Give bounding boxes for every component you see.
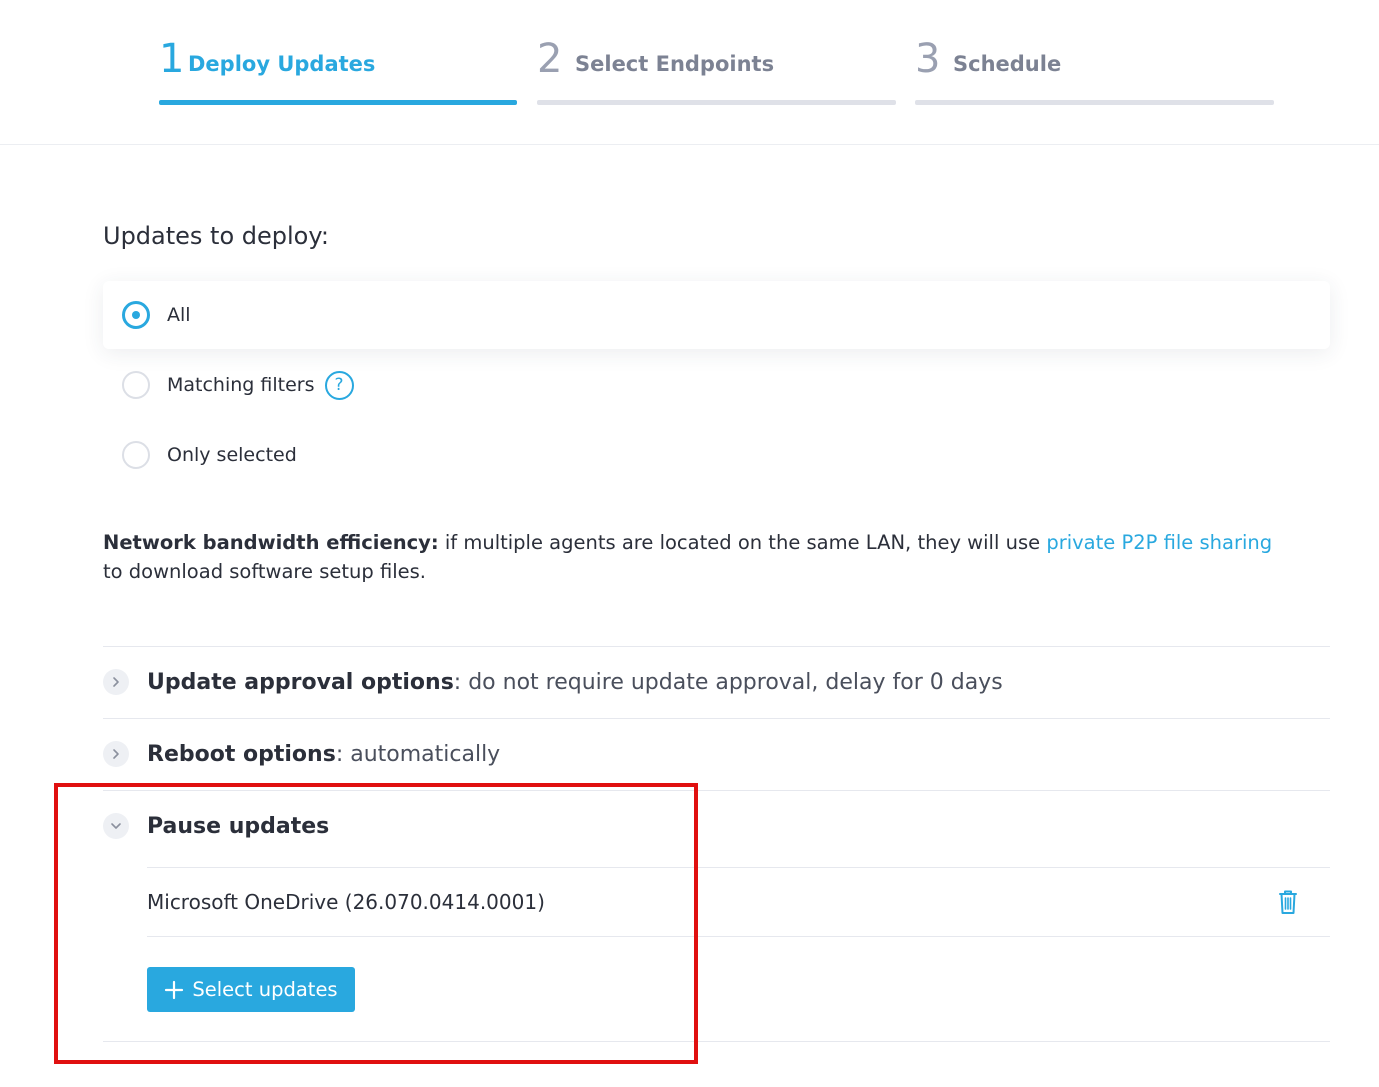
plus-icon (164, 980, 184, 1000)
select-updates-button[interactable]: Select updates (147, 967, 355, 1012)
option-matching-filters[interactable]: Matching filters ? (103, 351, 1330, 419)
bandwidth-text-end: to download software setup files. (103, 560, 426, 583)
option-all[interactable]: All (103, 281, 1330, 349)
bandwidth-text: if multiple agents are located on the sa… (438, 531, 1047, 554)
divider (103, 1041, 1330, 1042)
p2p-sharing-link[interactable]: private P2P file sharing (1046, 531, 1272, 554)
option-only-selected-label: Only selected (167, 444, 297, 466)
accordion-value: : do not require update approval, delay … (453, 669, 1003, 695)
step-select-endpoints[interactable]: 2 Select Endpoints (537, 0, 896, 105)
select-updates-label: Select updates (192, 978, 338, 1001)
step-progress-bar (915, 100, 1274, 105)
accordion-pause-updates-label: Pause updates (147, 814, 329, 839)
step-label: Select Endpoints (575, 52, 775, 76)
wizard-stepper: 1 Deploy Updates 2 Select Endpoints 3 Sc… (0, 0, 1379, 145)
accordion-update-approval-label: Update approval options: do not require … (147, 670, 1003, 695)
accordion-title: Pause updates (147, 813, 330, 839)
chevron-right-icon (103, 669, 129, 695)
radio-all[interactable] (122, 301, 150, 329)
paused-update-item: Microsoft OneDrive (26.070.0414.0001) (147, 868, 1330, 936)
accordion-update-approval[interactable]: Update approval options: do not require … (103, 647, 1330, 717)
step-schedule[interactable]: 3 Schedule (915, 0, 1274, 105)
trash-icon[interactable] (1276, 889, 1300, 915)
accordion-key: Update approval options (147, 669, 454, 695)
step-number: 3 (915, 36, 941, 82)
step-label: Deploy Updates (188, 52, 376, 76)
updates-to-deploy-title: Updates to deploy: (103, 222, 329, 250)
divider (147, 936, 1330, 937)
question-icon[interactable]: ? (324, 370, 354, 400)
bandwidth-title: Network bandwidth efficiency: (103, 531, 439, 554)
accordion-value: : automatically (335, 741, 501, 767)
step-number: 2 (537, 36, 563, 82)
step-progress-bar (159, 100, 517, 105)
radio-matching-filters[interactable] (122, 371, 150, 399)
step-label: Schedule (953, 52, 1062, 76)
chevron-down-icon (103, 813, 129, 839)
accordion-reboot-options-label: Reboot options: automatically (147, 742, 500, 767)
option-only-selected[interactable]: Only selected (103, 421, 1330, 489)
step-deploy-updates[interactable]: 1 Deploy Updates (159, 0, 517, 105)
option-all-label: All (167, 304, 191, 326)
accordion-key: Reboot options (147, 741, 336, 767)
option-matching-filters-label: Matching filters (167, 374, 315, 396)
step-progress-bar (537, 100, 896, 105)
paused-update-name: Microsoft OneDrive (26.070.0414.0001) (147, 890, 545, 914)
chevron-right-icon (103, 741, 129, 767)
accordion-pause-updates[interactable]: Pause updates (103, 791, 1330, 861)
bandwidth-note: Network bandwidth efficiency: if multipl… (103, 528, 1273, 586)
accordion-reboot-options[interactable]: Reboot options: automatically (103, 719, 1330, 789)
radio-only-selected[interactable] (122, 441, 150, 469)
step-number: 1 (159, 36, 185, 82)
